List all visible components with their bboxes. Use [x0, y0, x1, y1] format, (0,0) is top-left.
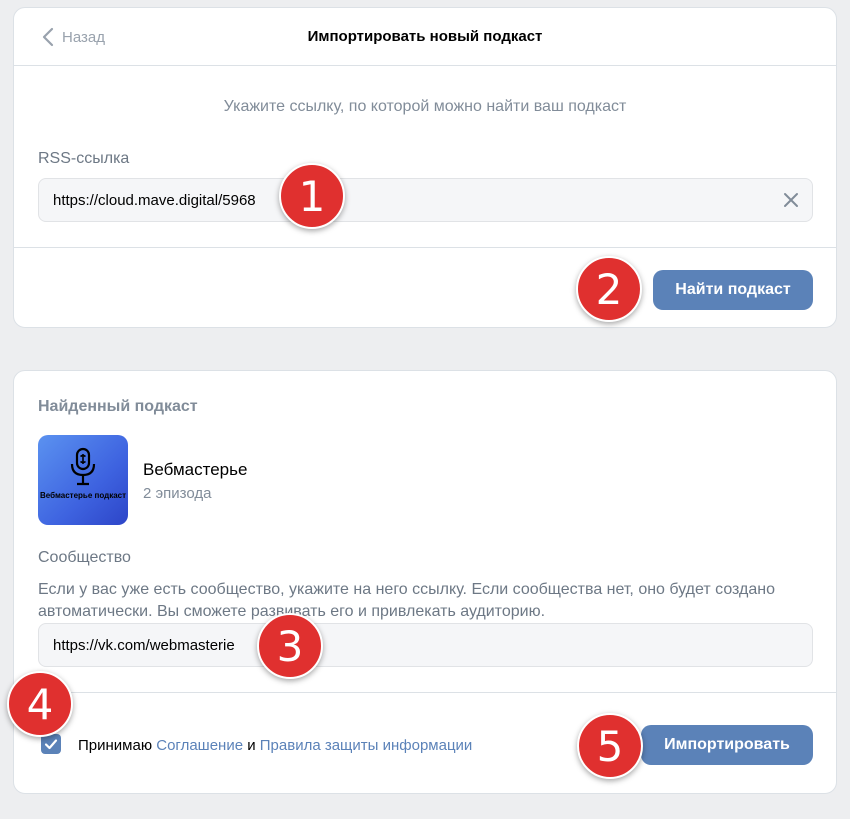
checkmark-icon: [44, 739, 58, 750]
card-header: Назад Импортировать новый подкаст: [14, 8, 836, 66]
find-podcast-button[interactable]: Найти подкаст: [653, 270, 813, 310]
community-label: Сообщество: [38, 549, 131, 566]
privacy-link[interactable]: Правила защиты информации: [260, 737, 473, 754]
rss-input-value: https://cloud.mave.digital/5968: [53, 191, 256, 209]
agree-and: и: [243, 737, 260, 754]
podcast-cover: Вебмастерье подкаст: [38, 435, 128, 525]
divider: [14, 692, 836, 693]
rss-label: RSS-ссылка: [38, 150, 130, 167]
agree-prefix: Принимаю: [78, 737, 157, 754]
podcast-name: Вебмастерье: [143, 460, 248, 479]
microphone-icon: [70, 447, 96, 486]
agreement-text: Принимаю Соглашение и Правила защиты инф…: [78, 737, 472, 754]
divider: [14, 247, 836, 248]
cover-text: Вебмастерье подкаст: [39, 491, 127, 500]
annotation-badge-5: 5: [577, 713, 643, 779]
community-input-value: https://vk.com/webmasterie: [53, 636, 235, 654]
found-podcast-card: Найденный подкаст Вебмастерье подкаст Ве…: [13, 370, 837, 794]
annotation-badge-3: 3: [257, 613, 323, 679]
podcast-episodes: 2 эпизода: [143, 485, 212, 502]
community-input[interactable]: https://vk.com/webmasterie: [38, 623, 813, 667]
annotation-badge-4: 4: [7, 671, 73, 737]
import-card: Назад Импортировать новый подкаст Укажит…: [13, 7, 837, 328]
import-button[interactable]: Импортировать: [641, 725, 813, 765]
agree-checkbox[interactable]: [41, 734, 61, 754]
community-description: Если у вас уже есть сообщество, укажите …: [38, 581, 776, 620]
found-podcast-title: Найденный подкаст: [38, 398, 198, 415]
page-title: Импортировать новый подкаст: [307, 28, 543, 45]
close-icon[interactable]: [782, 191, 800, 209]
rss-input[interactable]: https://cloud.mave.digital/5968: [38, 178, 813, 222]
annotation-badge-2: 2: [576, 256, 642, 322]
annotation-badge-1: 1: [279, 163, 345, 229]
rss-hint: Укажите ссылку, по которой можно найти в…: [223, 98, 627, 115]
agreement-link[interactable]: Соглашение: [156, 737, 243, 754]
